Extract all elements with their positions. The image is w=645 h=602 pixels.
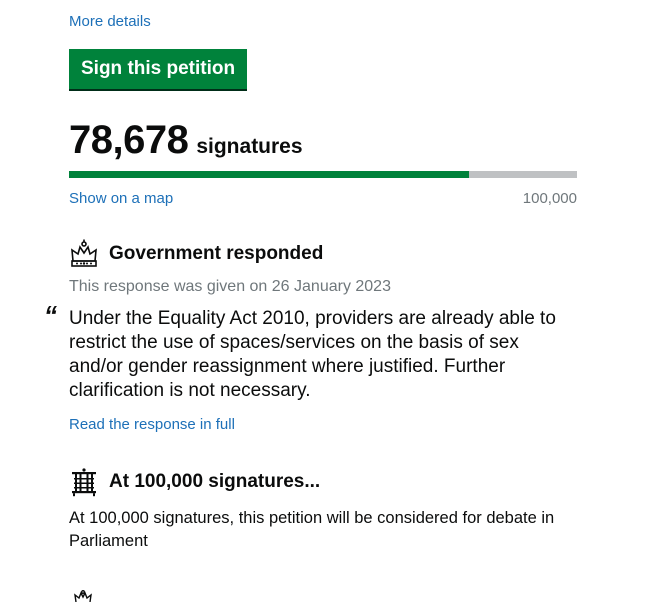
sign-petition-button[interactable]: Sign this petition bbox=[69, 49, 248, 89]
signature-count-label: signatures bbox=[196, 135, 303, 158]
response-summary: Under the Equality Act 2010, providers a… bbox=[69, 308, 556, 401]
debate-threshold-heading: At 100,000 signatures... bbox=[69, 467, 320, 497]
debate-threshold-text: At 100,000 signatures, this petition wil… bbox=[69, 509, 555, 550]
quote-mark: “ bbox=[44, 300, 57, 330]
read-response-link[interactable]: Read the response in full bbox=[69, 416, 235, 433]
signature-count: 78,678 bbox=[69, 118, 189, 162]
government-response-heading: Government responded bbox=[69, 239, 323, 269]
signature-count-row: 78,678 signatures bbox=[69, 118, 303, 163]
signature-progress-bar bbox=[69, 171, 577, 178]
crown-icon bbox=[74, 590, 92, 602]
portcullis-icon bbox=[72, 468, 96, 497]
debate-threshold-title: At 100,000 signatures... bbox=[109, 471, 321, 492]
signature-progress-fill bbox=[69, 171, 469, 178]
signature-target: 100,000 bbox=[522, 190, 577, 207]
more-details-link[interactable]: More details bbox=[69, 13, 151, 30]
show-on-map-link[interactable]: Show on a map bbox=[69, 190, 173, 207]
crown-icon bbox=[71, 239, 97, 267]
response-date: This response was given on 26 January 20… bbox=[69, 278, 391, 295]
government-response-title: Government responded bbox=[109, 243, 324, 264]
